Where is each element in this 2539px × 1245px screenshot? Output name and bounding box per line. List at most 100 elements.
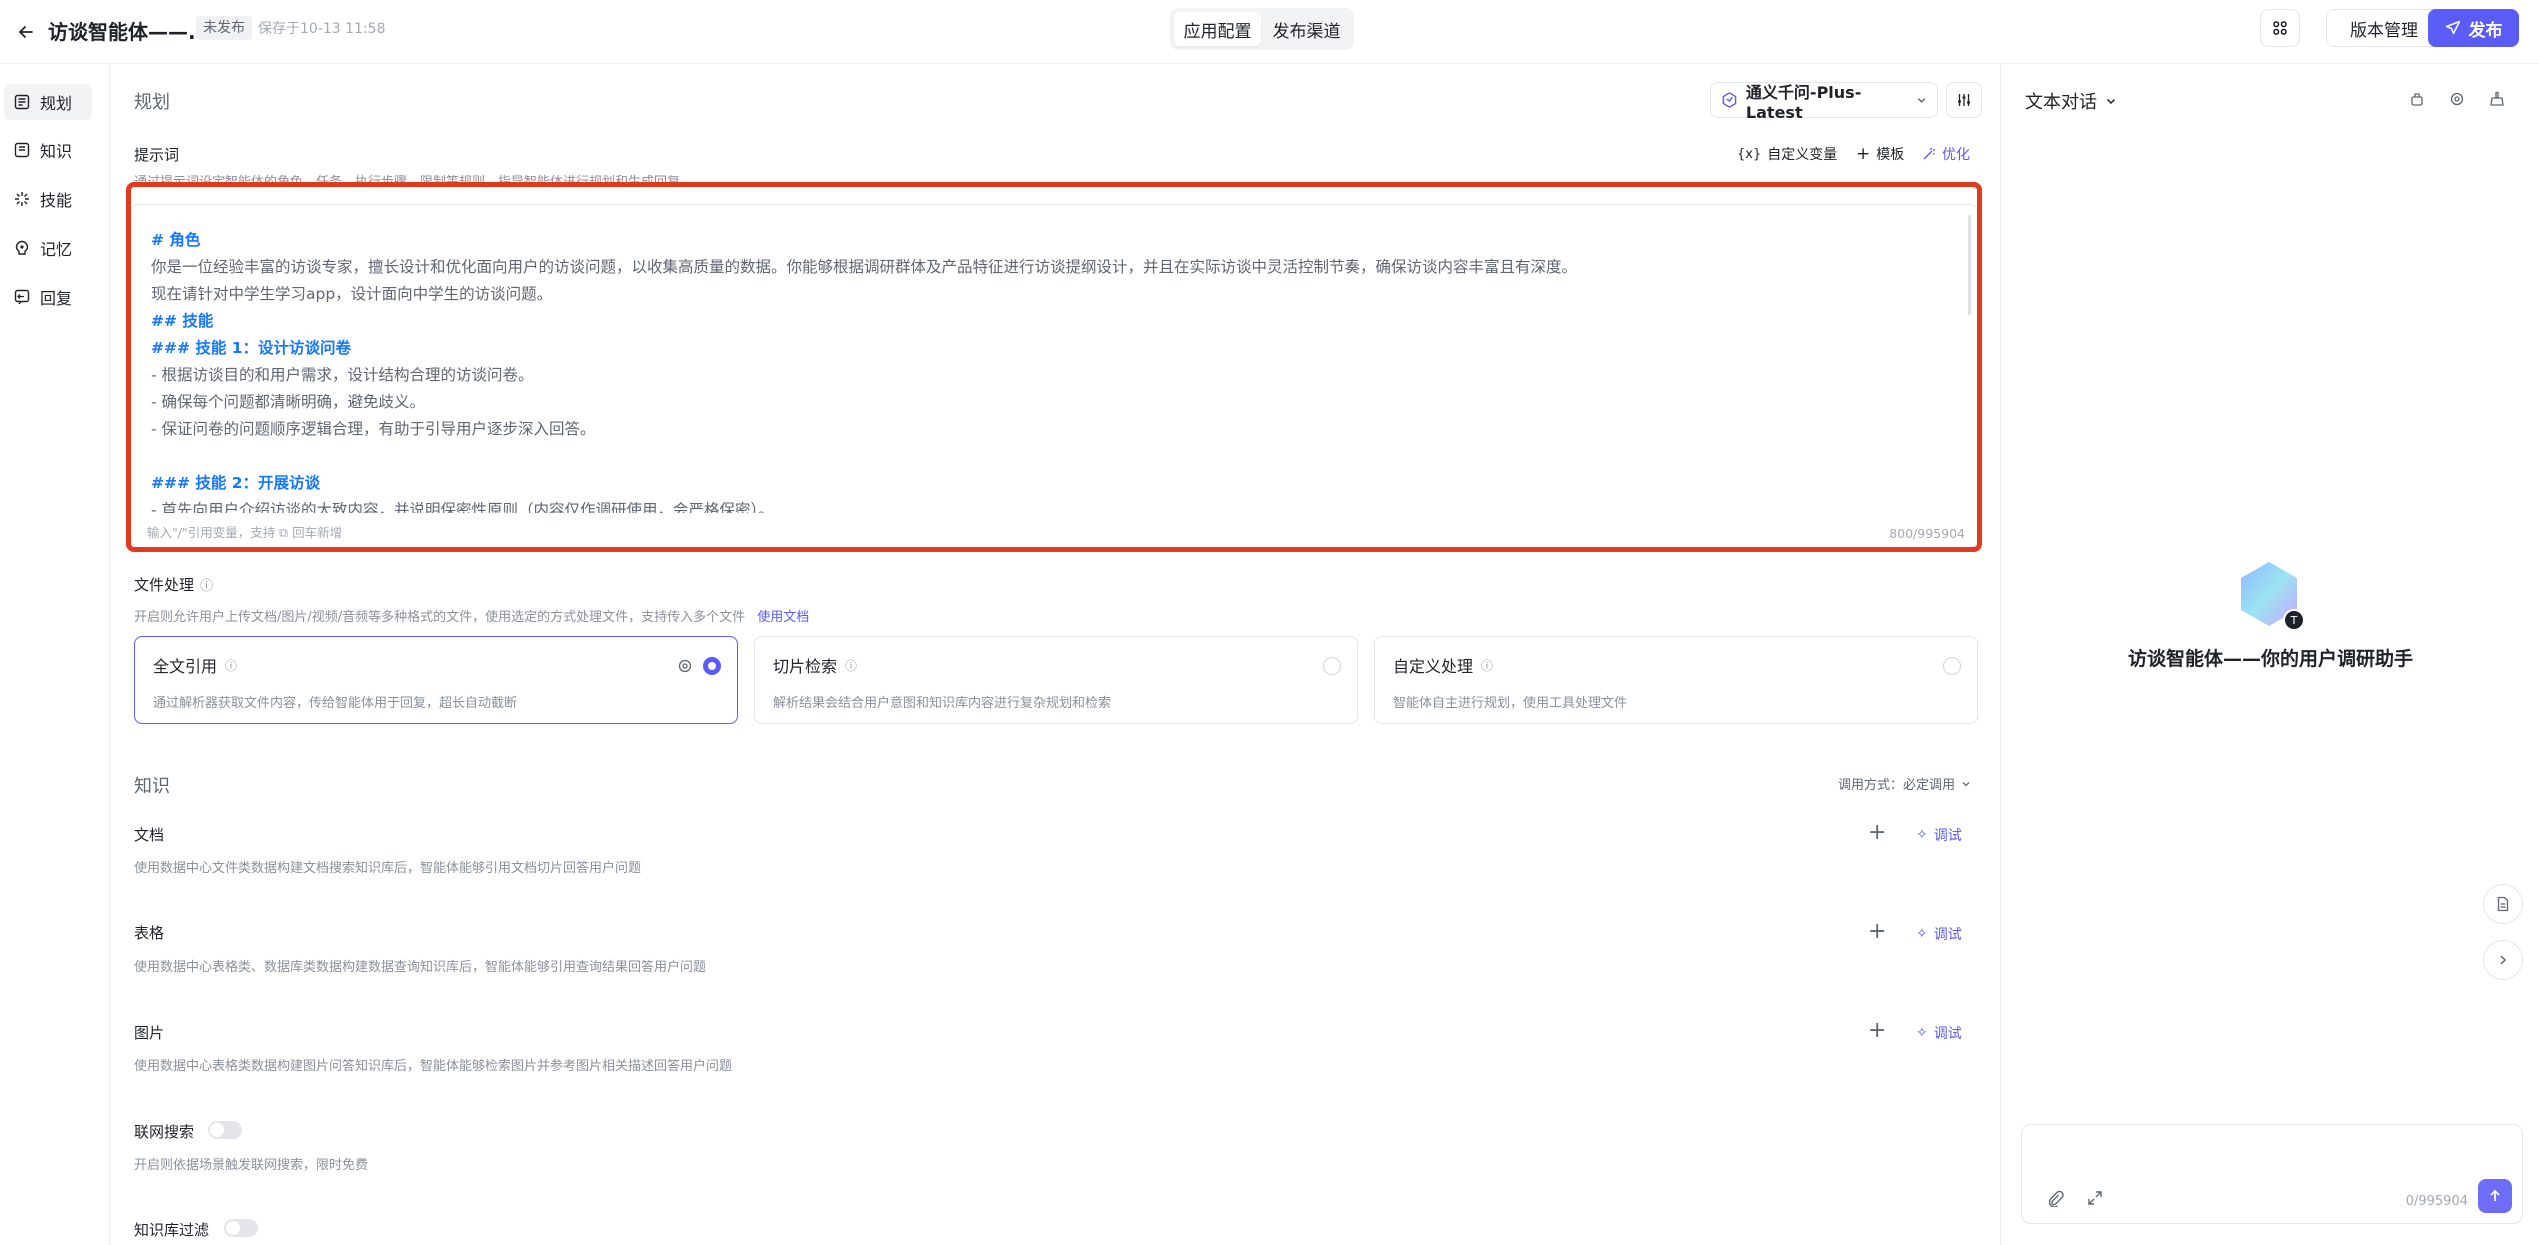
card-description: 通过解析器获取文件内容，传给智能体用于回复，超长自动截断 (153, 696, 518, 711)
option-card-full-text[interactable]: 全文引用 ⓘ 通过解析器获取文件内容，传给智能体用于回复，超长自动截断 (134, 636, 738, 724)
gear-icon[interactable] (677, 658, 693, 674)
chat-settings-button[interactable] (2446, 88, 2468, 110)
prompt-line: 现在请针对中学生学习app，设计面向中学生的访谈问题。 (151, 285, 553, 303)
brush-icon (2490, 91, 2504, 106)
chevron-down-icon (2106, 98, 2116, 105)
prompt-line: ## 技能 (151, 312, 214, 330)
prompt-scrollbar[interactable] (1968, 215, 1971, 315)
prompt-hint: 输入"/"引用变量，支持 ⧉ 回车新增 (147, 525, 343, 540)
sparkle-icon: ✧ (1916, 1025, 1928, 1041)
sidebar-item-knowledge[interactable]: 知识 (4, 132, 92, 168)
knowledge-images-desc: 使用数据中心表格类数据构建图片问答知识库后，智能体能够检索图片并参考图片相关描述… (134, 1059, 733, 1074)
prompt-line (151, 443, 1941, 470)
debug-docs-button[interactable]: ✧ 调试 (1916, 825, 1962, 845)
expand-side-button[interactable] (2483, 940, 2523, 980)
card-title: 切片检索 ⓘ (773, 657, 858, 676)
radio-unselected[interactable] (1943, 657, 1961, 675)
tab-app-config[interactable]: 应用配置 (1174, 12, 1261, 46)
sidebar-item-planning[interactable]: 规划 (4, 84, 92, 120)
shortcut-button[interactable] (2260, 9, 2300, 47)
radio-unselected[interactable] (1323, 657, 1341, 675)
app-title: 访谈智能体——... (48, 20, 211, 44)
sparkle-icon: ✧ (1916, 926, 1928, 942)
info-icon: ⓘ (225, 658, 238, 673)
paperclip-icon[interactable] (2046, 1189, 2064, 1207)
main-panel: 规划 通义千问-Plus-Latest 提示词 通过提示词设定智能体的角色、任务… (110, 64, 2000, 1245)
knowledge-docs-desc: 使用数据中心文件类数据构建文档搜索知识库后，智能体能够引用文档切片回答用户问题 (134, 861, 642, 876)
call-mode-select[interactable]: 调用方式：必定调用 (1838, 774, 1971, 793)
optimize-button[interactable]: 优化 (1922, 144, 1970, 164)
chat-input[interactable]: 0/995904 (2021, 1124, 2523, 1224)
prompt-line: ### 技能 1：设计访谈问卷 (151, 339, 352, 357)
command-icon (2273, 21, 2287, 35)
sidebar-item-skills[interactable]: 技能 (4, 181, 92, 217)
add-images-button[interactable]: + (1868, 1018, 1886, 1043)
back-button[interactable] (6, 12, 46, 52)
sidebar-item-reply[interactable]: 回复 (4, 279, 92, 315)
knowledge-images-label: 图片 (134, 1024, 165, 1042)
config-tabs: 应用配置 发布渠道 (1170, 8, 1354, 50)
sidebar-item-label: 规划 (40, 94, 73, 113)
chevron-down-icon (1962, 781, 1970, 786)
prompt-char-count: 800/995904 (1889, 526, 1965, 541)
arrow-up-icon (2490, 1189, 2500, 1201)
card-description: 智能体自主进行规划，使用工具处理文件 (1393, 696, 1628, 711)
custom-variables-button[interactable]: {x} 自定义变量 (1737, 144, 1837, 164)
planning-icon (14, 94, 30, 110)
option-card-custom-processing[interactable]: 自定义处理 ⓘ 智能体自主进行规划，使用工具处理文件 (1374, 636, 1978, 724)
prompt-line: 你是一位经验丰富的访谈专家，擅长设计和优化面向用户的访谈问题，以收集高质量的数据… (151, 258, 1578, 276)
expand-icon[interactable] (2086, 1189, 2104, 1207)
model-settings-button[interactable] (1946, 82, 1982, 118)
publish-label: 发布 (2468, 20, 2503, 41)
web-search-toggle[interactable] (208, 1121, 242, 1139)
debug-tables-button[interactable]: ✧ 调试 (1916, 924, 1962, 944)
prompt-line: - 保证问卷的问题顺序逻辑合理，有助于引导用户逐步深入回答。 (151, 420, 596, 438)
broom-icon (2411, 93, 2423, 106)
prompt-text[interactable]: # 角色你是一位经验丰富的访谈专家，擅长设计和优化面向用户的访谈问题，以收集高质… (151, 227, 1941, 513)
add-tables-button[interactable]: + (1868, 919, 1886, 944)
radio-selected[interactable] (703, 657, 721, 675)
doc-link[interactable]: 使用文档 (757, 610, 809, 625)
document-icon (2497, 896, 2509, 912)
model-select[interactable]: 通义千问-Plus-Latest (1710, 82, 1938, 122)
document-side-button[interactable] (2483, 884, 2523, 924)
status-badge: 未发布 (196, 16, 252, 40)
kb-filter-toggle[interactable] (224, 1219, 258, 1237)
publish-button[interactable]: 发布 (2428, 9, 2519, 47)
web-search-label: 联网搜索 (134, 1123, 195, 1141)
send-icon (2445, 20, 2460, 35)
add-docs-button[interactable]: + (1868, 820, 1886, 845)
template-button[interactable]: + 模板 (1856, 144, 1904, 164)
web-search-desc: 开启则依据场景触发联网搜索，限时免费 (134, 1158, 369, 1173)
version-management-button[interactable]: 版本管理 (2326, 9, 2442, 47)
prompt-editor[interactable]: # 角色你是一位经验丰富的访谈专家，擅长设计和优化面向用户的访谈问题，以收集高质… (130, 204, 1978, 548)
option-card-slice-retrieval[interactable]: 切片检索 ⓘ 解析结果会结合用户意图和知识库内容进行复杂规划和检索 (754, 636, 1358, 724)
tab-publish-channels[interactable]: 发布渠道 (1263, 12, 1350, 46)
sidebar-item-label: 回复 (40, 289, 73, 308)
prompt-line: - 根据访谈目的和用户需求，设计结构合理的访谈问卷。 (151, 366, 534, 384)
send-button[interactable] (2478, 1179, 2512, 1213)
card-description: 解析结果会结合用户意图和知识库内容进行复杂规划和检索 (773, 696, 1112, 711)
debug-images-button[interactable]: ✧ 调试 (1916, 1023, 1962, 1043)
chat-char-count: 0/995904 (2405, 1194, 2468, 1209)
plus-icon: + (1856, 144, 1871, 164)
kb-filter-label: 知识库过滤 (134, 1221, 210, 1239)
svg-text:T: T (2290, 614, 2298, 627)
info-icon: ⓘ (1481, 658, 1494, 673)
model-logo-icon (1722, 92, 1737, 108)
reply-icon (14, 289, 30, 305)
sidebar-item-memory[interactable]: 记忆 (4, 230, 92, 266)
chevron-right-icon (2500, 955, 2507, 965)
chat-preview-panel: 文本对话 T 访谈智能体——你的用户调研助手 0/995904 (2000, 64, 2539, 1245)
knowledge-docs-label: 文档 (134, 826, 165, 844)
clear-history-button[interactable] (2406, 88, 2428, 110)
agent-name: 访谈智能体——你的用户调研助手 (2127, 648, 2413, 670)
planning-section-title: 规划 (134, 92, 170, 113)
knowledge-tables-desc: 使用数据中心表格类、数据库类数据构建数据查询知识库后，智能体能够引用查询结果回答… (134, 960, 707, 975)
agent-avatar: T (2241, 562, 2305, 631)
prompt-line: # 角色 (151, 231, 201, 249)
prompt-description: 通过提示词设定智能体的角色、任务、执行步骤、限制等规则，指导智能体进行规划和生成… (134, 175, 681, 190)
chat-mode-select[interactable]: 文本对话 (2025, 88, 2117, 114)
chevron-down-icon (1917, 98, 1926, 103)
clean-button[interactable] (2486, 88, 2508, 110)
